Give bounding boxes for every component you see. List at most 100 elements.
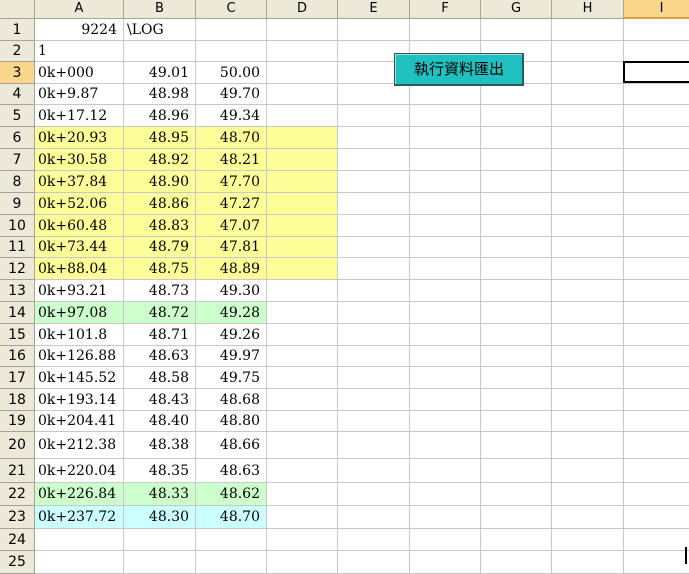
cell-d19[interactable] — [267, 411, 338, 432]
cell-b20[interactable]: 48.38 — [124, 432, 196, 459]
cell-a19[interactable]: 0k+204.41 — [35, 411, 124, 432]
cell-h19[interactable] — [552, 411, 624, 432]
cell-e19[interactable] — [338, 411, 410, 432]
cell-c2[interactable] — [196, 41, 267, 62]
cell-f24[interactable] — [410, 529, 481, 551]
cell-g4[interactable] — [481, 84, 552, 105]
cell-a17[interactable]: 0k+145.52 — [35, 367, 124, 389]
cell-g11[interactable] — [481, 237, 552, 258]
cell-i25[interactable] — [624, 551, 689, 574]
cell-g19[interactable] — [481, 411, 552, 432]
cell-i16[interactable] — [624, 346, 689, 367]
cell-d14[interactable] — [267, 302, 338, 324]
cell-d24[interactable] — [267, 529, 338, 551]
cell-b19[interactable]: 48.40 — [124, 411, 196, 432]
column-header-d[interactable]: D — [267, 0, 338, 19]
cell-g22[interactable] — [481, 483, 552, 506]
cell-e13[interactable] — [338, 280, 410, 302]
cell-c3[interactable]: 50.00 — [196, 62, 267, 84]
column-header-f[interactable]: F — [410, 0, 481, 19]
cell-g12[interactable] — [481, 258, 552, 280]
cell-d8[interactable] — [267, 171, 338, 193]
cell-b2[interactable] — [124, 41, 196, 62]
cell-e10[interactable] — [338, 215, 410, 237]
cell-h22[interactable] — [552, 483, 624, 506]
row-header-4[interactable]: 4 — [0, 84, 35, 105]
cell-d15[interactable] — [267, 324, 338, 346]
cell-f21[interactable] — [410, 459, 481, 483]
cell-c20[interactable]: 48.66 — [196, 432, 267, 459]
cell-i4[interactable] — [624, 84, 689, 105]
cell-e18[interactable] — [338, 389, 410, 411]
cell-g7[interactable] — [481, 149, 552, 171]
cell-f18[interactable] — [410, 389, 481, 411]
cell-d21[interactable] — [267, 459, 338, 483]
cell-i15[interactable] — [624, 324, 689, 346]
cell-b6[interactable]: 48.95 — [124, 127, 196, 149]
cell-f15[interactable] — [410, 324, 481, 346]
cell-e4[interactable] — [338, 84, 410, 105]
cell-g1[interactable] — [481, 19, 552, 41]
cell-e24[interactable] — [338, 529, 410, 551]
cell-i11[interactable] — [624, 237, 689, 258]
cell-a25[interactable] — [35, 551, 124, 574]
cell-b3[interactable]: 49.01 — [124, 62, 196, 84]
export-data-button[interactable]: 執行資料匯出 — [394, 53, 524, 86]
cell-i17[interactable] — [624, 367, 689, 389]
cell-c5[interactable]: 49.34 — [196, 105, 267, 127]
cell-h18[interactable] — [552, 389, 624, 411]
cell-i13[interactable] — [624, 280, 689, 302]
row-header-3[interactable]: 3 — [0, 62, 35, 84]
cell-c22[interactable]: 48.62 — [196, 483, 267, 506]
column-header-h[interactable]: H — [552, 0, 624, 19]
cell-c25[interactable] — [196, 551, 267, 574]
cell-f16[interactable] — [410, 346, 481, 367]
cell-f13[interactable] — [410, 280, 481, 302]
cell-b16[interactable]: 48.63 — [124, 346, 196, 367]
cell-b11[interactable]: 48.79 — [124, 237, 196, 258]
cell-g24[interactable] — [481, 529, 552, 551]
cell-g9[interactable] — [481, 193, 552, 215]
cell-a23[interactable]: 0k+237.72 — [35, 506, 124, 529]
row-header-1[interactable]: 1 — [0, 19, 35, 41]
cell-b8[interactable]: 48.90 — [124, 171, 196, 193]
cell-b13[interactable]: 48.73 — [124, 280, 196, 302]
cell-a13[interactable]: 0k+93.21 — [35, 280, 124, 302]
column-header-g[interactable]: G — [481, 0, 552, 19]
cell-h13[interactable] — [552, 280, 624, 302]
row-header-25[interactable]: 25 — [0, 551, 35, 574]
cell-i1[interactable] — [624, 19, 689, 41]
cell-g6[interactable] — [481, 127, 552, 149]
row-header-9[interactable]: 9 — [0, 193, 35, 215]
cell-h5[interactable] — [552, 105, 624, 127]
cell-b10[interactable]: 48.83 — [124, 215, 196, 237]
cell-h14[interactable] — [552, 302, 624, 324]
cell-a24[interactable] — [35, 529, 124, 551]
cell-h1[interactable] — [552, 19, 624, 41]
cell-a18[interactable]: 0k+193.14 — [35, 389, 124, 411]
cell-e11[interactable] — [338, 237, 410, 258]
cell-a8[interactable]: 0k+37.84 — [35, 171, 124, 193]
cell-d3[interactable] — [267, 62, 338, 84]
cell-h4[interactable] — [552, 84, 624, 105]
cell-e15[interactable] — [338, 324, 410, 346]
cell-f9[interactable] — [410, 193, 481, 215]
cell-d13[interactable] — [267, 280, 338, 302]
cell-c17[interactable]: 49.75 — [196, 367, 267, 389]
cell-h12[interactable] — [552, 258, 624, 280]
cell-f20[interactable] — [410, 432, 481, 459]
cell-c18[interactable]: 48.68 — [196, 389, 267, 411]
cell-b1[interactable]: \LOG — [124, 19, 196, 41]
row-header-15[interactable]: 15 — [0, 324, 35, 346]
cell-e21[interactable] — [338, 459, 410, 483]
cell-a11[interactable]: 0k+73.44 — [35, 237, 124, 258]
cell-f14[interactable] — [410, 302, 481, 324]
cell-d10[interactable] — [267, 215, 338, 237]
row-header-14[interactable]: 14 — [0, 302, 35, 324]
row-header-13[interactable]: 13 — [0, 280, 35, 302]
cell-i20[interactable] — [624, 432, 689, 459]
cell-f19[interactable] — [410, 411, 481, 432]
cell-e23[interactable] — [338, 506, 410, 529]
cell-i24[interactable] — [624, 529, 689, 551]
cell-d4[interactable] — [267, 84, 338, 105]
